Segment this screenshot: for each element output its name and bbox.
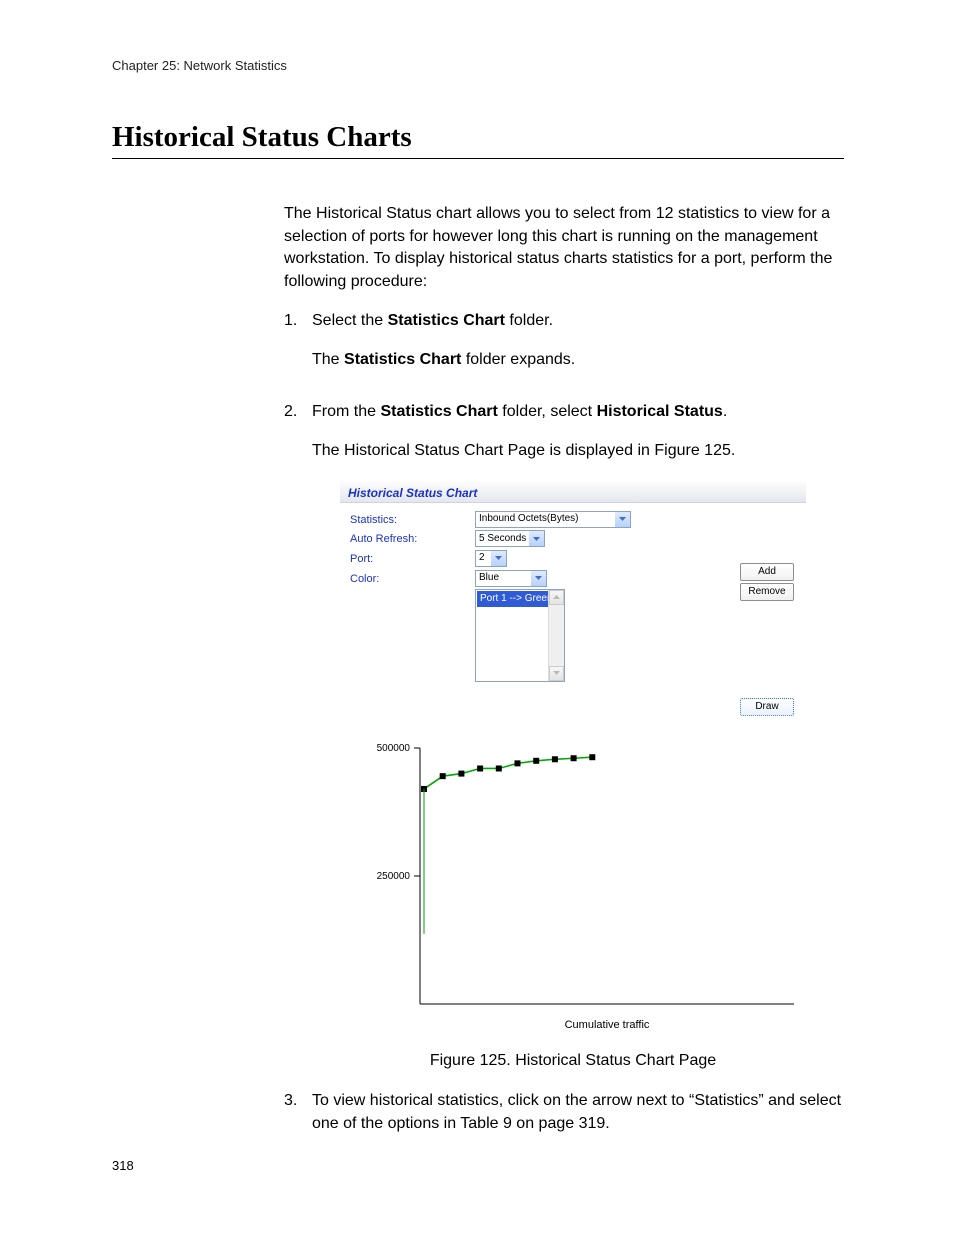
auto-refresh-select[interactable]: 5 Seconds — [475, 530, 545, 547]
add-button[interactable]: Add — [740, 563, 794, 581]
page-number: 318 — [112, 1158, 134, 1173]
port-color-listbox[interactable]: Port 1 --> Green — [475, 589, 565, 682]
step-number: 3. — [284, 1090, 312, 1151]
label-statistics: Statistics: — [350, 511, 475, 529]
svg-text:500000: 500000 — [377, 743, 411, 754]
chart-svg: 250000 500000 Cumulative traffic — [340, 736, 806, 1036]
select-value: Blue — [479, 571, 499, 585]
label-color: Color: — [350, 570, 475, 588]
chapter-label: Chapter 25: Network Statistics — [112, 58, 844, 73]
text: The — [312, 351, 344, 368]
figure-caption: Figure 125. Historical Status Chart Page — [340, 1050, 806, 1073]
text: folder, select — [498, 403, 597, 420]
statistics-select[interactable]: Inbound Octets(Bytes) — [475, 511, 631, 528]
scroll-up-icon[interactable] — [549, 590, 564, 605]
text: From the — [312, 403, 380, 420]
chevron-down-icon — [531, 571, 546, 586]
step-number: 2. — [284, 401, 312, 1072]
text: folder expands. — [461, 351, 575, 368]
scrollbar[interactable] — [548, 590, 564, 681]
select-value: 5 Seconds — [479, 532, 526, 546]
step-1-result: The Statistics Chart folder expands. — [312, 349, 854, 372]
svg-text:Cumulative traffic: Cumulative traffic — [565, 1019, 650, 1031]
historical-status-panel: Historical Status Chart Statistics: Inbo… — [340, 481, 806, 716]
text-bold: Statistics Chart — [344, 351, 461, 368]
step-2-result: The Historical Status Chart Page is disp… — [312, 440, 854, 463]
text: Select the — [312, 312, 388, 329]
step-number: 1. — [284, 310, 312, 387]
step-3: To view historical statistics, click on … — [312, 1090, 854, 1135]
step-1: Select the Statistics Chart folder. — [312, 310, 854, 333]
chevron-down-icon — [615, 512, 630, 527]
remove-button[interactable]: Remove — [740, 583, 794, 601]
label-auto-refresh: Auto Refresh: — [350, 530, 475, 548]
text-bold: Statistics Chart — [380, 403, 497, 420]
color-select[interactable]: Blue — [475, 570, 547, 587]
text-bold: Historical Status — [597, 403, 723, 420]
port-select[interactable]: 2 — [475, 550, 507, 567]
text: folder. — [505, 312, 553, 329]
text: . — [723, 403, 727, 420]
scroll-down-icon[interactable] — [549, 666, 564, 681]
chevron-down-icon — [491, 551, 506, 566]
step-2: From the Statistics Chart folder, select… — [312, 401, 854, 424]
text-bold: Statistics Chart — [388, 312, 505, 329]
chevron-down-icon — [529, 531, 544, 546]
panel-title: Historical Status Chart — [340, 481, 806, 503]
historical-status-chart: 250000 500000 Cumulative traffic — [340, 736, 806, 1036]
select-value: 2 — [479, 551, 485, 565]
intro-paragraph: The Historical Status chart allows you t… — [284, 203, 854, 294]
page-title: Historical Status Charts — [112, 121, 844, 159]
draw-button[interactable]: Draw — [740, 698, 794, 716]
select-value: Inbound Octets(Bytes) — [479, 512, 579, 526]
label-port: Port: — [350, 550, 475, 568]
list-item-selected[interactable]: Port 1 --> Green — [477, 591, 556, 607]
svg-text:250000: 250000 — [377, 871, 411, 882]
